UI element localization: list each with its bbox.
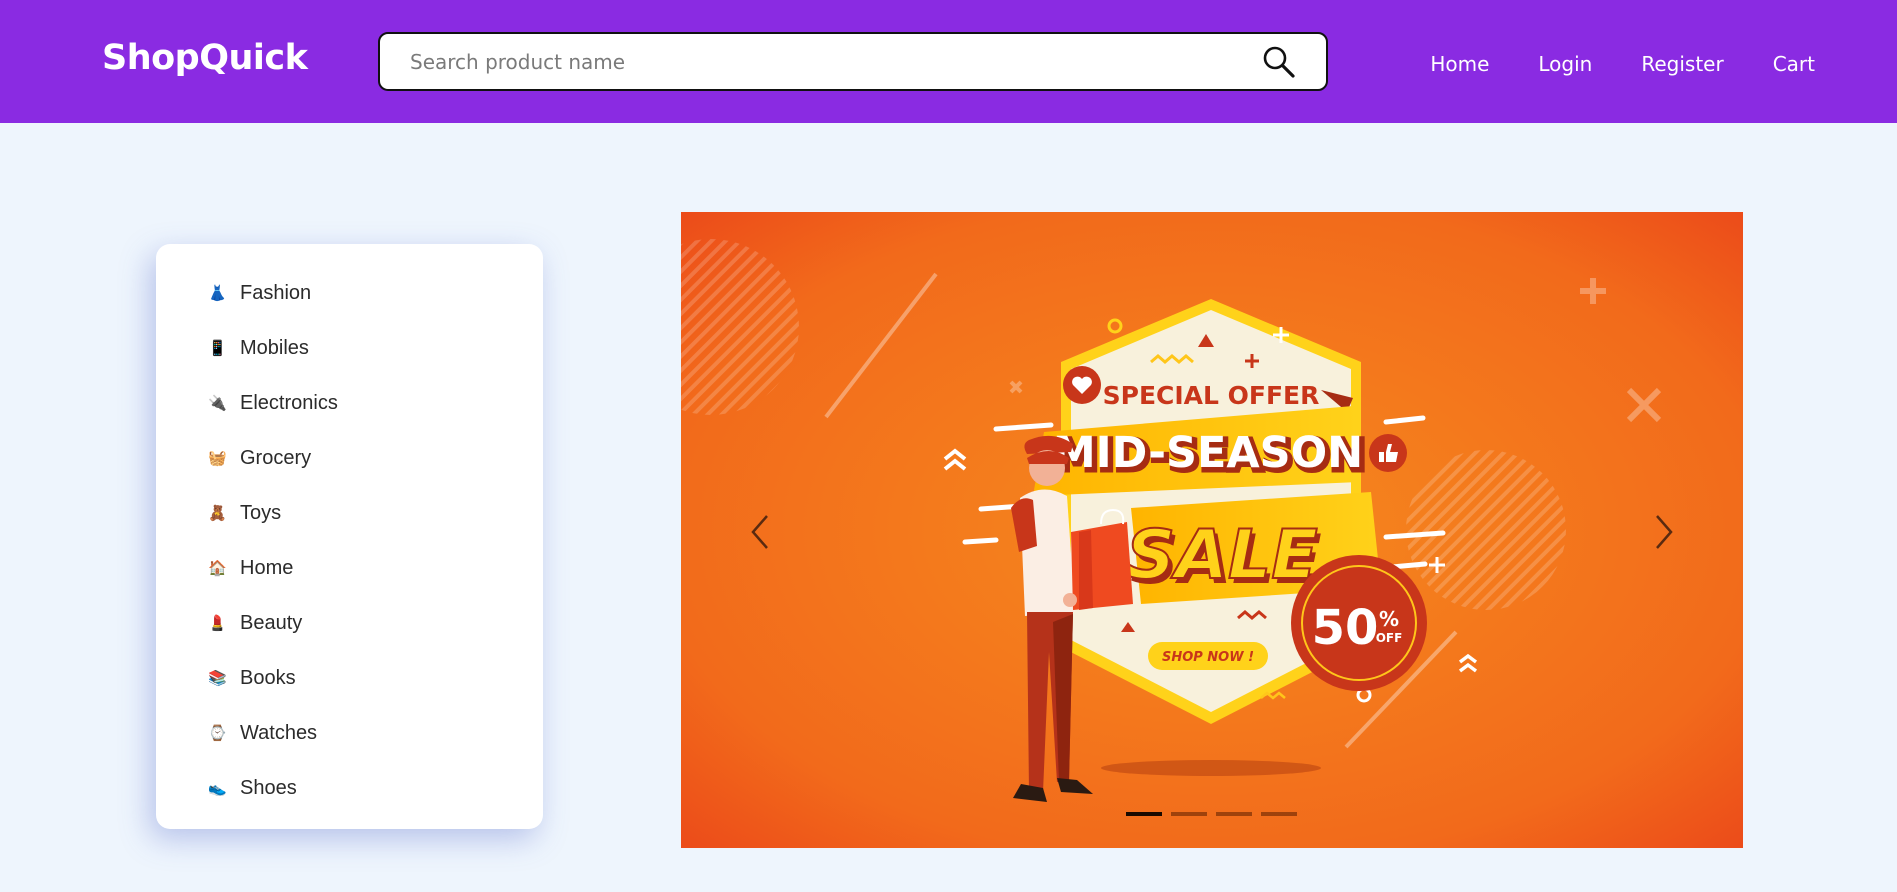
category-item-fashion[interactable]: 👗 Fashion <box>156 266 543 321</box>
category-item-mobiles[interactable]: 📱 Mobiles <box>156 321 543 376</box>
category-label: Watches <box>240 722 318 744</box>
category-menu: 👗 Fashion 📱 Mobiles 🔌 Electronics 🧺 Groc… <box>156 244 543 829</box>
home-furniture-icon: 🏠 <box>208 559 227 577</box>
carousel-indicators <box>1126 812 1297 816</box>
main-nav: Home Login Register Cart <box>1430 52 1815 76</box>
carousel-indicator-1[interactable] <box>1126 812 1162 816</box>
category-item-electronics[interactable]: 🔌 Electronics <box>156 376 543 431</box>
promo-carousel: SPECIAL OFFER MID-SEASON MID-SEASON SALE… <box>681 212 1743 848</box>
category-label: Home <box>240 557 294 579</box>
category-label: Grocery <box>240 447 312 469</box>
watch-icon: ⌚ <box>208 724 227 742</box>
nav-register-link[interactable]: Register <box>1641 52 1723 76</box>
category-item-toys[interactable]: 🧸 Toys <box>156 486 543 541</box>
search-bar <box>378 32 1328 91</box>
grocery-basket-icon: 🧺 <box>208 449 227 467</box>
discount-number: 50 <box>1312 600 1379 656</box>
category-item-watches[interactable]: ⌚ Watches <box>156 706 543 761</box>
search-icon[interactable] <box>1262 45 1296 79</box>
category-item-shoes[interactable]: 👟 Shoes <box>156 761 543 816</box>
shoe-icon: 👟 <box>208 779 227 797</box>
category-label: Mobiles <box>240 337 309 359</box>
beauty-icon: 💄 <box>208 614 227 632</box>
category-item-books[interactable]: 📚 Books <box>156 651 543 706</box>
top-navbar: ShopQuick Home Login Register Cart <box>0 0 1897 123</box>
mobile-phone-icon: 📱 <box>208 339 227 357</box>
banner-top-text: SPECIAL OFFER <box>1103 381 1320 410</box>
category-label: Fashion <box>240 282 312 304</box>
chevron-right-icon <box>1656 515 1673 549</box>
nav-cart-link[interactable]: Cart <box>1773 52 1815 76</box>
category-label: Shoes <box>240 777 297 799</box>
category-label: Toys <box>240 502 282 524</box>
discount-percent: % <box>1379 607 1399 631</box>
discount-off: OFF <box>1376 631 1403 645</box>
search-input[interactable] <box>410 44 1230 80</box>
teddy-bear-icon: 🧸 <box>208 504 227 522</box>
carousel-indicator-4[interactable] <box>1261 812 1297 816</box>
nav-login-link[interactable]: Login <box>1538 52 1592 76</box>
chevron-left-icon <box>751 515 768 549</box>
books-icon: 📚 <box>208 669 227 687</box>
nav-home-link[interactable]: Home <box>1430 52 1489 76</box>
carousel-indicator-2[interactable] <box>1171 812 1207 816</box>
carousel-next-button[interactable] <box>1643 510 1683 554</box>
category-label: Beauty <box>240 612 303 634</box>
brand-logo[interactable]: ShopQuick <box>102 38 308 78</box>
shop-now-label: SHOP NOW ! <box>1162 650 1254 665</box>
category-item-grocery[interactable]: 🧺 Grocery <box>156 431 543 486</box>
category-label: Electronics <box>240 392 338 414</box>
category-item-beauty[interactable]: 💄 Beauty <box>156 596 543 651</box>
electronics-icon: 🔌 <box>208 394 227 412</box>
category-item-home[interactable]: 🏠 Home <box>156 541 543 596</box>
banner-headline: MID-SEASON <box>1053 428 1363 478</box>
carousel-prev-button[interactable] <box>741 510 781 554</box>
carousel-indicator-3[interactable] <box>1216 812 1252 816</box>
banner-sale-text: SALE <box>1126 516 1317 595</box>
dress-icon: 👗 <box>208 284 227 302</box>
category-label: Books <box>240 667 296 689</box>
mid-season-sale-banner[interactable]: SPECIAL OFFER MID-SEASON MID-SEASON SALE… <box>681 212 1743 848</box>
